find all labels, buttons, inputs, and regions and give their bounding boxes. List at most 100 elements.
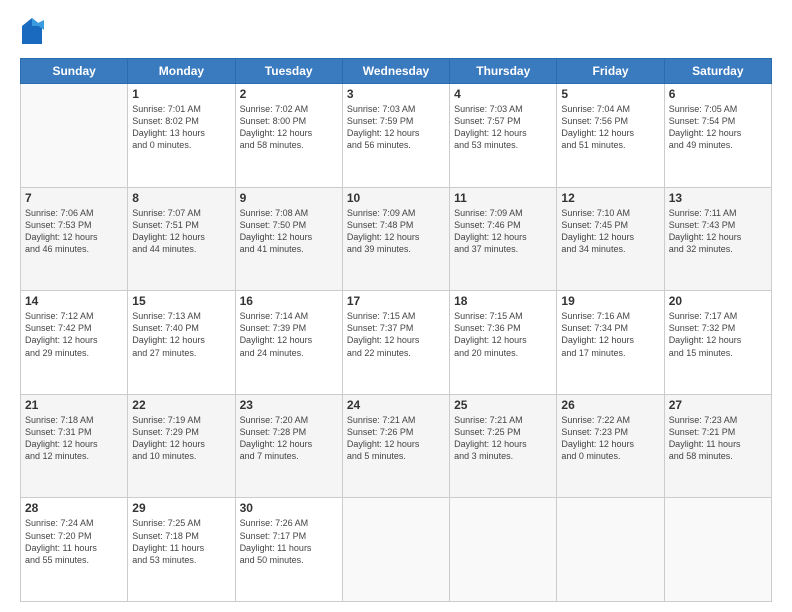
table-row: 11Sunrise: 7:09 AM Sunset: 7:46 PM Dayli…: [450, 187, 557, 291]
day-number: 28: [25, 501, 123, 515]
header-sunday: Sunday: [21, 59, 128, 84]
table-row: 15 Sunrise: 7:13 AM Sunset: 7:40 PM Dayli…: [128, 291, 235, 395]
day-info: Sunrise: 7:06 AM Sunset: 7:53 PM Dayligh…: [25, 207, 123, 256]
table-row: 13 Sunrise: 7:11 AM Sunset: 7:43 PM Dayli…: [664, 187, 771, 291]
table-row: [557, 498, 664, 602]
day-info: Sunrise: 7:25 AM Sunset: 7:18 PM Dayligh…: [132, 517, 230, 566]
day-info: Sunrise: 7:14 AM Sunset: 7:39 PM Dayligh…: [240, 310, 338, 359]
day-number: 25: [454, 398, 552, 412]
day-number: 20: [669, 294, 767, 308]
day-info: Sunrise: 7:05 AM Sunset: 7:54 PM Dayligh…: [669, 103, 767, 152]
day-info: Sunrise: 7:15 AM Sunset: 7:36 PM Dayligh…: [454, 310, 552, 359]
day-number: 7: [25, 191, 123, 205]
page: Sunday Monday Tuesday Wednesday Thursday…: [0, 0, 792, 612]
day-info: Sunrise: 7:21 AM Sunset: 7:26 PM Dayligh…: [347, 414, 445, 463]
table-row: 10 Sunrise: 7:09 AM Sunset: 7:48 PM Dayli…: [342, 187, 449, 291]
table-row: 30 Sunrise: 7:26 AM Sunset: 7:17 PM Dayli…: [235, 498, 342, 602]
day-info: Sunrise: 7:21 AM Sunset: 7:25 PM Dayligh…: [454, 414, 552, 463]
day-info: Sunrise: 7:13 AM Sunset: 7:40 PM Dayligh…: [132, 310, 230, 359]
day-number: 22: [132, 398, 230, 412]
calendar-week-row: 7 Sunrise: 7:06 AM Sunset: 7:53 PM Daylig…: [21, 187, 772, 291]
day-number: 18: [454, 294, 552, 308]
day-info: Sunrise: 7:23 AM Sunset: 7:21 PM Dayligh…: [669, 414, 767, 463]
day-number: 15: [132, 294, 230, 308]
day-info: Sunrise: 7:04 AM Sunset: 7:56 PM Dayligh…: [561, 103, 659, 152]
calendar-week-row: 21 Sunrise: 7:18 AM Sunset: 7:31 PM Dayli…: [21, 394, 772, 498]
weekday-header-row: Sunday Monday Tuesday Wednesday Thursday…: [21, 59, 772, 84]
table-row: 24 Sunrise: 7:21 AM Sunset: 7:26 PM Dayli…: [342, 394, 449, 498]
table-row: 17 Sunrise: 7:15 AM Sunset: 7:37 PM Dayli…: [342, 291, 449, 395]
day-info: Sunrise: 7:09 AM Sunset: 7:48 PM Dayligh…: [347, 207, 445, 256]
day-info: Sunrise: 7:10 AM Sunset: 7:45 PM Dayligh…: [561, 207, 659, 256]
day-number: 27: [669, 398, 767, 412]
table-row: 27 Sunrise: 7:23 AM Sunset: 7:21 PM Dayli…: [664, 394, 771, 498]
day-number: 5: [561, 87, 659, 101]
day-number: 21: [25, 398, 123, 412]
logo-icon: [20, 16, 44, 48]
header: [20, 16, 772, 48]
day-number: 26: [561, 398, 659, 412]
table-row: 29 Sunrise: 7:25 AM Sunset: 7:18 PM Dayli…: [128, 498, 235, 602]
day-number: 16: [240, 294, 338, 308]
table-row: 7 Sunrise: 7:06 AM Sunset: 7:53 PM Daylig…: [21, 187, 128, 291]
day-info: Sunrise: 7:03 AM Sunset: 7:57 PM Dayligh…: [454, 103, 552, 152]
table-row: 25 Sunrise: 7:21 AM Sunset: 7:25 PM Dayli…: [450, 394, 557, 498]
table-row: [664, 498, 771, 602]
table-row: 16 Sunrise: 7:14 AM Sunset: 7:39 PM Dayli…: [235, 291, 342, 395]
day-number: 10: [347, 191, 445, 205]
day-info: Sunrise: 7:12 AM Sunset: 7:42 PM Dayligh…: [25, 310, 123, 359]
table-row: 3 Sunrise: 7:03 AM Sunset: 7:59 PM Daylig…: [342, 84, 449, 188]
day-number: 24: [347, 398, 445, 412]
day-number: 12: [561, 191, 659, 205]
table-row: 4 Sunrise: 7:03 AM Sunset: 7:57 PM Daylig…: [450, 84, 557, 188]
calendar-week-row: 1Sunrise: 7:01 AM Sunset: 8:02 PM Daylig…: [21, 84, 772, 188]
calendar-week-row: 14 Sunrise: 7:12 AM Sunset: 7:42 PM Dayli…: [21, 291, 772, 395]
day-number: 14: [25, 294, 123, 308]
day-info: Sunrise: 7:03 AM Sunset: 7:59 PM Dayligh…: [347, 103, 445, 152]
day-info: Sunrise: 7:22 AM Sunset: 7:23 PM Dayligh…: [561, 414, 659, 463]
table-row: 9 Sunrise: 7:08 AM Sunset: 7:50 PM Daylig…: [235, 187, 342, 291]
day-number: 9: [240, 191, 338, 205]
day-info: Sunrise: 7:16 AM Sunset: 7:34 PM Dayligh…: [561, 310, 659, 359]
day-number: 11: [454, 191, 552, 205]
table-row: [21, 84, 128, 188]
day-number: 29: [132, 501, 230, 515]
day-number: 17: [347, 294, 445, 308]
table-row: 5 Sunrise: 7:04 AM Sunset: 7:56 PM Daylig…: [557, 84, 664, 188]
day-number: 4: [454, 87, 552, 101]
day-info: Sunrise: 7:24 AM Sunset: 7:20 PM Dayligh…: [25, 517, 123, 566]
table-row: 14 Sunrise: 7:12 AM Sunset: 7:42 PM Dayli…: [21, 291, 128, 395]
header-tuesday: Tuesday: [235, 59, 342, 84]
table-row: 12 Sunrise: 7:10 AM Sunset: 7:45 PM Dayli…: [557, 187, 664, 291]
table-row: 21 Sunrise: 7:18 AM Sunset: 7:31 PM Dayli…: [21, 394, 128, 498]
day-info: Sunrise: 7:15 AM Sunset: 7:37 PM Dayligh…: [347, 310, 445, 359]
header-saturday: Saturday: [664, 59, 771, 84]
table-row: [450, 498, 557, 602]
table-row: 1Sunrise: 7:01 AM Sunset: 8:02 PM Daylig…: [128, 84, 235, 188]
header-thursday: Thursday: [450, 59, 557, 84]
day-number: 13: [669, 191, 767, 205]
day-number: 30: [240, 501, 338, 515]
day-info: Sunrise: 7:18 AM Sunset: 7:31 PM Dayligh…: [25, 414, 123, 463]
table-row: 22 Sunrise: 7:19 AM Sunset: 7:29 PM Dayli…: [128, 394, 235, 498]
day-info: Sunrise: 7:20 AM Sunset: 7:28 PM Dayligh…: [240, 414, 338, 463]
table-row: 20 Sunrise: 7:17 AM Sunset: 7:32 PM Dayli…: [664, 291, 771, 395]
day-info: Sunrise: 7:26 AM Sunset: 7:17 PM Dayligh…: [240, 517, 338, 566]
header-friday: Friday: [557, 59, 664, 84]
day-number: 6: [669, 87, 767, 101]
table-row: 2 Sunrise: 7:02 AM Sunset: 8:00 PM Daylig…: [235, 84, 342, 188]
day-number: 8: [132, 191, 230, 205]
table-row: 23Sunrise: 7:20 AM Sunset: 7:28 PM Dayli…: [235, 394, 342, 498]
calendar-table: Sunday Monday Tuesday Wednesday Thursday…: [20, 58, 772, 602]
day-info: Sunrise: 7:02 AM Sunset: 8:00 PM Dayligh…: [240, 103, 338, 152]
day-info: Sunrise: 7:19 AM Sunset: 7:29 PM Dayligh…: [132, 414, 230, 463]
day-info: Sunrise: 7:17 AM Sunset: 7:32 PM Dayligh…: [669, 310, 767, 359]
day-info: Sunrise: 7:11 AM Sunset: 7:43 PM Dayligh…: [669, 207, 767, 256]
day-number: 1: [132, 87, 230, 101]
header-wednesday: Wednesday: [342, 59, 449, 84]
day-number: 3: [347, 87, 445, 101]
table-row: 6 Sunrise: 7:05 AM Sunset: 7:54 PM Daylig…: [664, 84, 771, 188]
day-info: Sunrise: 7:08 AM Sunset: 7:50 PM Dayligh…: [240, 207, 338, 256]
day-number: 2: [240, 87, 338, 101]
table-row: [342, 498, 449, 602]
